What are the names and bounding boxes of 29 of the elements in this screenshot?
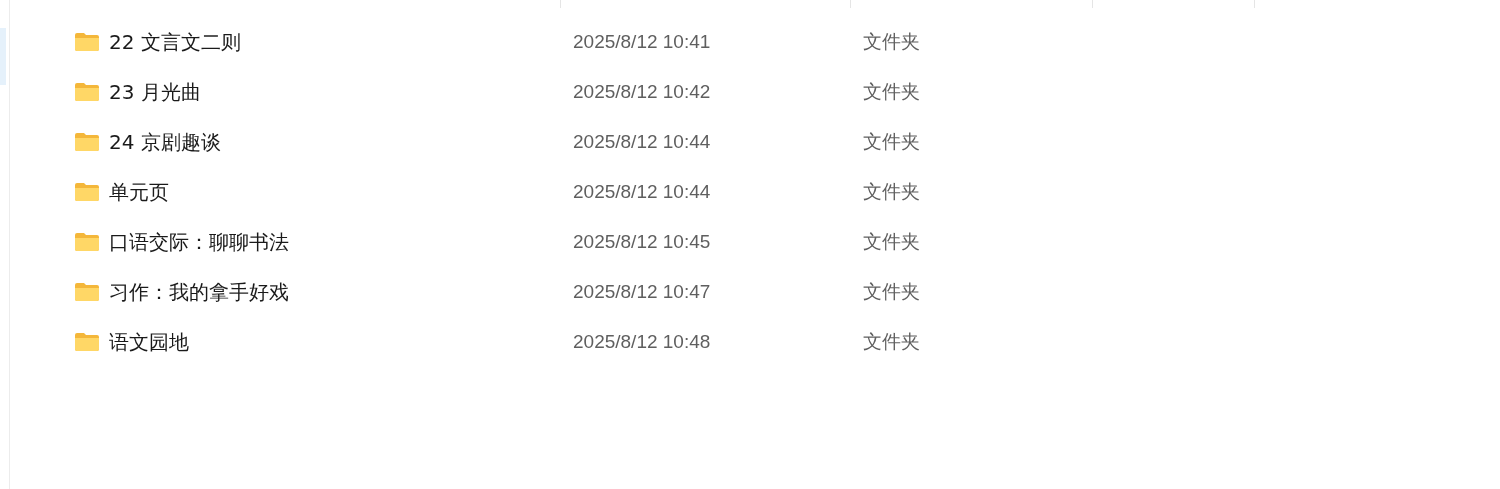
folder-icon <box>74 232 100 252</box>
file-name[interactable]: 23 月光曲 <box>109 78 201 106</box>
file-type: 文件夹 <box>863 281 920 302</box>
file-type: 文件夹 <box>863 181 920 202</box>
file-type: 文件夹 <box>863 31 920 52</box>
file-name[interactable]: 语文园地 <box>109 328 189 356</box>
file-type: 文件夹 <box>863 81 920 102</box>
folder-icon <box>74 82 100 102</box>
file-name[interactable]: 24 京剧趣谈 <box>109 128 221 156</box>
folder-icon <box>74 32 100 52</box>
date-modified: 2025/8/12 10:44 <box>573 131 711 152</box>
date-modified: 2025/8/12 10:44 <box>573 181 711 202</box>
folder-icon <box>74 132 100 152</box>
file-type: 文件夹 <box>863 131 920 152</box>
file-type: 文件夹 <box>863 331 920 352</box>
file-name[interactable]: 单元页 <box>109 178 169 206</box>
file-name[interactable]: 习作：我的拿手好戏 <box>109 278 289 306</box>
folder-icon <box>74 182 100 202</box>
date-modified: 2025/8/12 10:45 <box>573 231 711 252</box>
file-type: 文件夹 <box>863 231 920 252</box>
folder-icon <box>74 332 100 352</box>
date-modified: 2025/8/12 10:41 <box>573 31 711 52</box>
sidebar-selection <box>0 28 6 85</box>
date-modified: 2025/8/12 10:48 <box>573 331 711 352</box>
folder-icon <box>74 282 100 302</box>
file-name[interactable]: 22 文言文二则 <box>109 28 241 56</box>
date-modified: 2025/8/12 10:47 <box>573 281 711 302</box>
file-name[interactable]: 口语交际：聊聊书法 <box>109 228 289 256</box>
date-modified: 2025/8/12 10:42 <box>573 81 711 102</box>
